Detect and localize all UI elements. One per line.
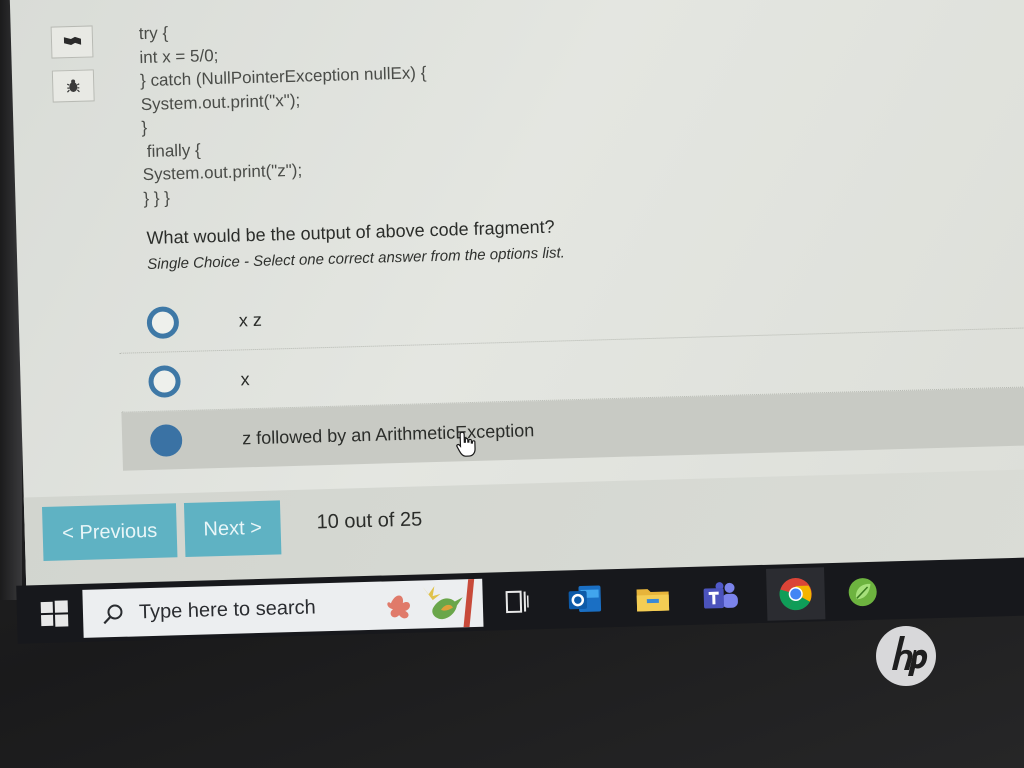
windows-logo-icon xyxy=(40,600,69,627)
teams-icon xyxy=(703,582,738,609)
radio-button[interactable] xyxy=(148,365,181,398)
code-fragment: try { int x = 5/0; } catch (NullPointerE… xyxy=(139,14,430,210)
radio-button-selected[interactable] xyxy=(149,424,183,457)
next-button[interactable]: Next > xyxy=(183,500,282,558)
flag-question-button[interactable] xyxy=(50,25,94,59)
windows-start-button[interactable] xyxy=(39,598,70,629)
task-view-icon xyxy=(505,590,529,614)
outlook-icon xyxy=(568,585,602,613)
question-progress: 10 out of 25 xyxy=(316,508,423,534)
quiz-tool-column xyxy=(50,25,97,114)
outlook-button[interactable] xyxy=(562,577,607,622)
answer-options: x z x z followed by an ArithmeticExcepti… xyxy=(118,268,1024,471)
spring-tool-button[interactable] xyxy=(840,570,885,615)
search-highlight-bird-icon xyxy=(382,578,483,635)
previous-button[interactable]: < Previous xyxy=(42,503,178,562)
option-label: x xyxy=(240,368,250,389)
chrome-button[interactable] xyxy=(766,567,826,621)
taskbar-search-box[interactable]: Type here to search xyxy=(82,578,484,638)
question-text: What would be the output of above code f… xyxy=(146,216,555,248)
question-hint: Single Choice - Select one correct answe… xyxy=(147,244,566,273)
report-bug-button[interactable] xyxy=(51,69,95,103)
file-explorer-button[interactable] xyxy=(630,575,675,620)
spring-tool-icon xyxy=(848,578,877,607)
chrome-icon xyxy=(779,578,812,611)
option-label: x z xyxy=(238,309,263,330)
file-explorer-icon xyxy=(636,589,670,612)
teams-button[interactable] xyxy=(698,573,743,618)
laptop-screen: try { int x = 5/0; } catch (NullPointerE… xyxy=(0,0,1024,646)
bug-icon xyxy=(65,78,81,94)
option-label: z followed by an ArithmeticException xyxy=(241,419,535,448)
quiz-page: try { int x = 5/0; } catch (NullPointerE… xyxy=(9,0,1024,588)
flag-icon xyxy=(62,35,82,50)
task-view-button[interactable] xyxy=(494,579,539,624)
photo-stage: try { int x = 5/0; } catch (NullPointerE… xyxy=(0,0,1024,768)
hp-logo-icon xyxy=(874,624,938,693)
radio-button[interactable] xyxy=(146,306,180,340)
hand-cursor-icon xyxy=(454,430,481,464)
search-placeholder: Type here to search xyxy=(138,596,317,624)
search-icon xyxy=(101,602,126,632)
